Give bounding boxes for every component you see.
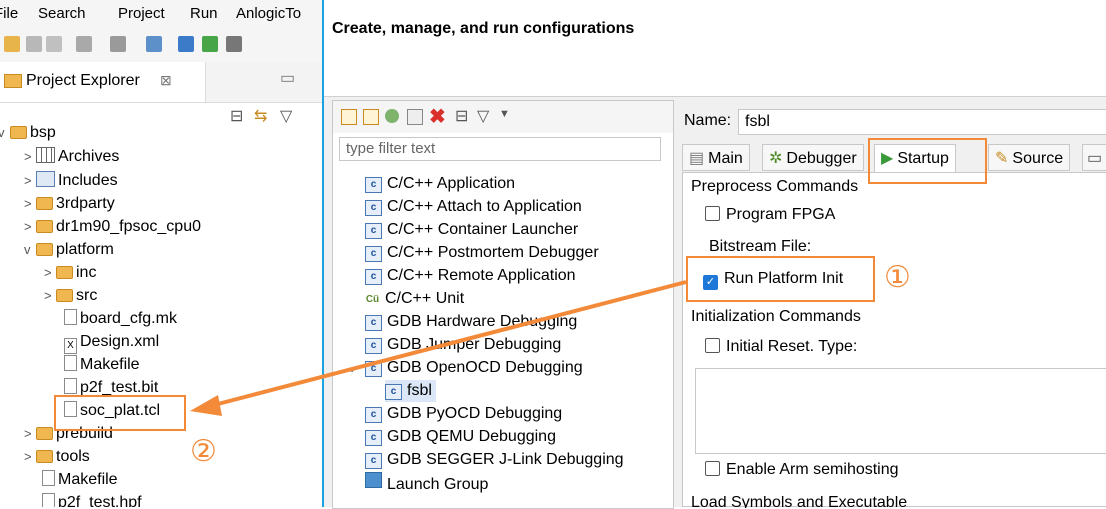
arrow-head-icon (190, 395, 222, 416)
arrow-overlay (190, 280, 687, 416)
arrow-line (213, 280, 687, 407)
